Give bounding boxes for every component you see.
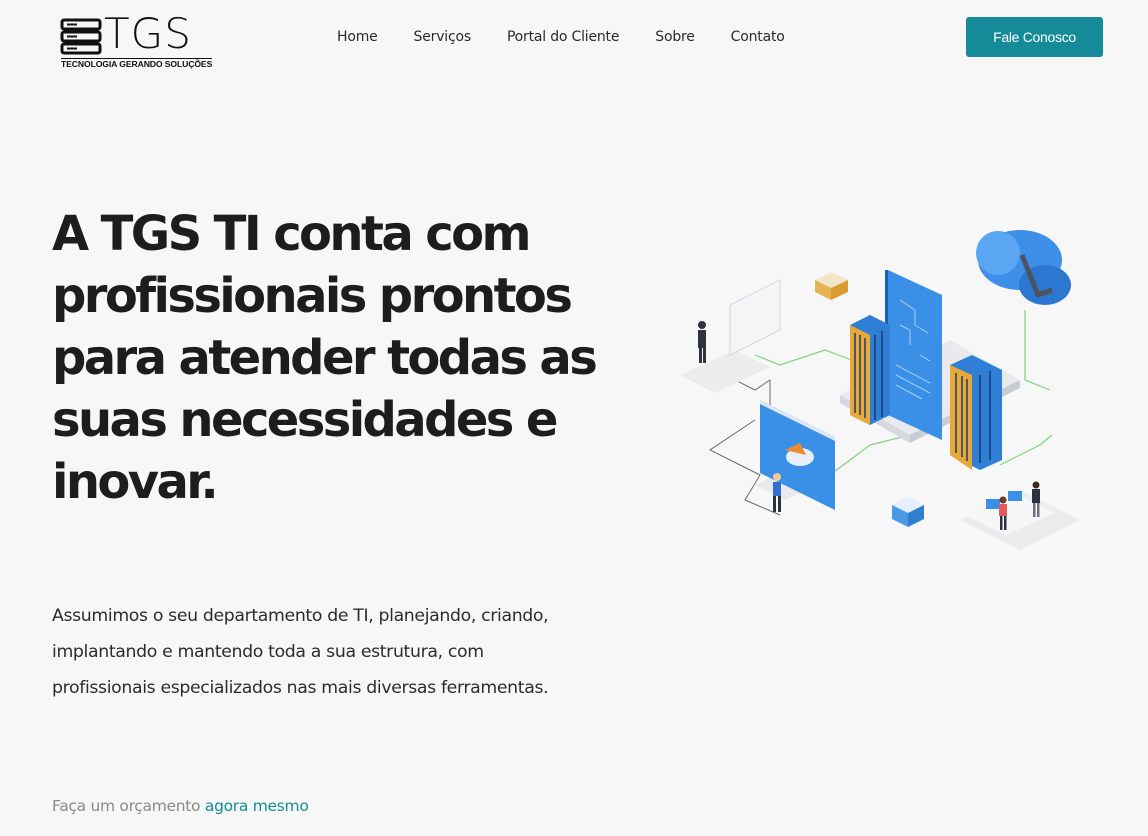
brand-tagline: TECNOLOGIA GERANDO SOLUÇÕES (61, 58, 213, 69)
nav-item-home[interactable]: Home (337, 27, 378, 47)
nav-item-sobre[interactable]: Sobre (655, 27, 695, 47)
hero-headline: A TGS TI conta com profissionais prontos… (52, 206, 598, 510)
quote-link[interactable]: agora mesmo (205, 797, 309, 815)
quote-prompt-text: Faça um orçamento (52, 797, 201, 815)
fale-conosco-button[interactable]: Fale Conosco (966, 17, 1103, 57)
nav-item-portal-do-cliente[interactable]: Portal do Cliente (507, 27, 620, 47)
quote-prompt: Faça um orçamento agora mesmo (52, 797, 309, 815)
nav-item-contato[interactable]: Contato (731, 27, 785, 47)
main-nav: Home Serviços Portal do Cliente Sobre Co… (337, 27, 821, 47)
server-stack-icon (60, 18, 102, 55)
brand-name: TGS (104, 9, 192, 58)
isometric-it-infrastructure-illustration (680, 230, 1080, 550)
hero-description: Assumimos o seu departamento de TI, plan… (52, 606, 549, 698)
brand-logo[interactable]: TGS TECNOLOGIA GERANDO SOLUÇÕES (60, 10, 212, 70)
nav-item-servicos[interactable]: Serviços (414, 27, 472, 47)
